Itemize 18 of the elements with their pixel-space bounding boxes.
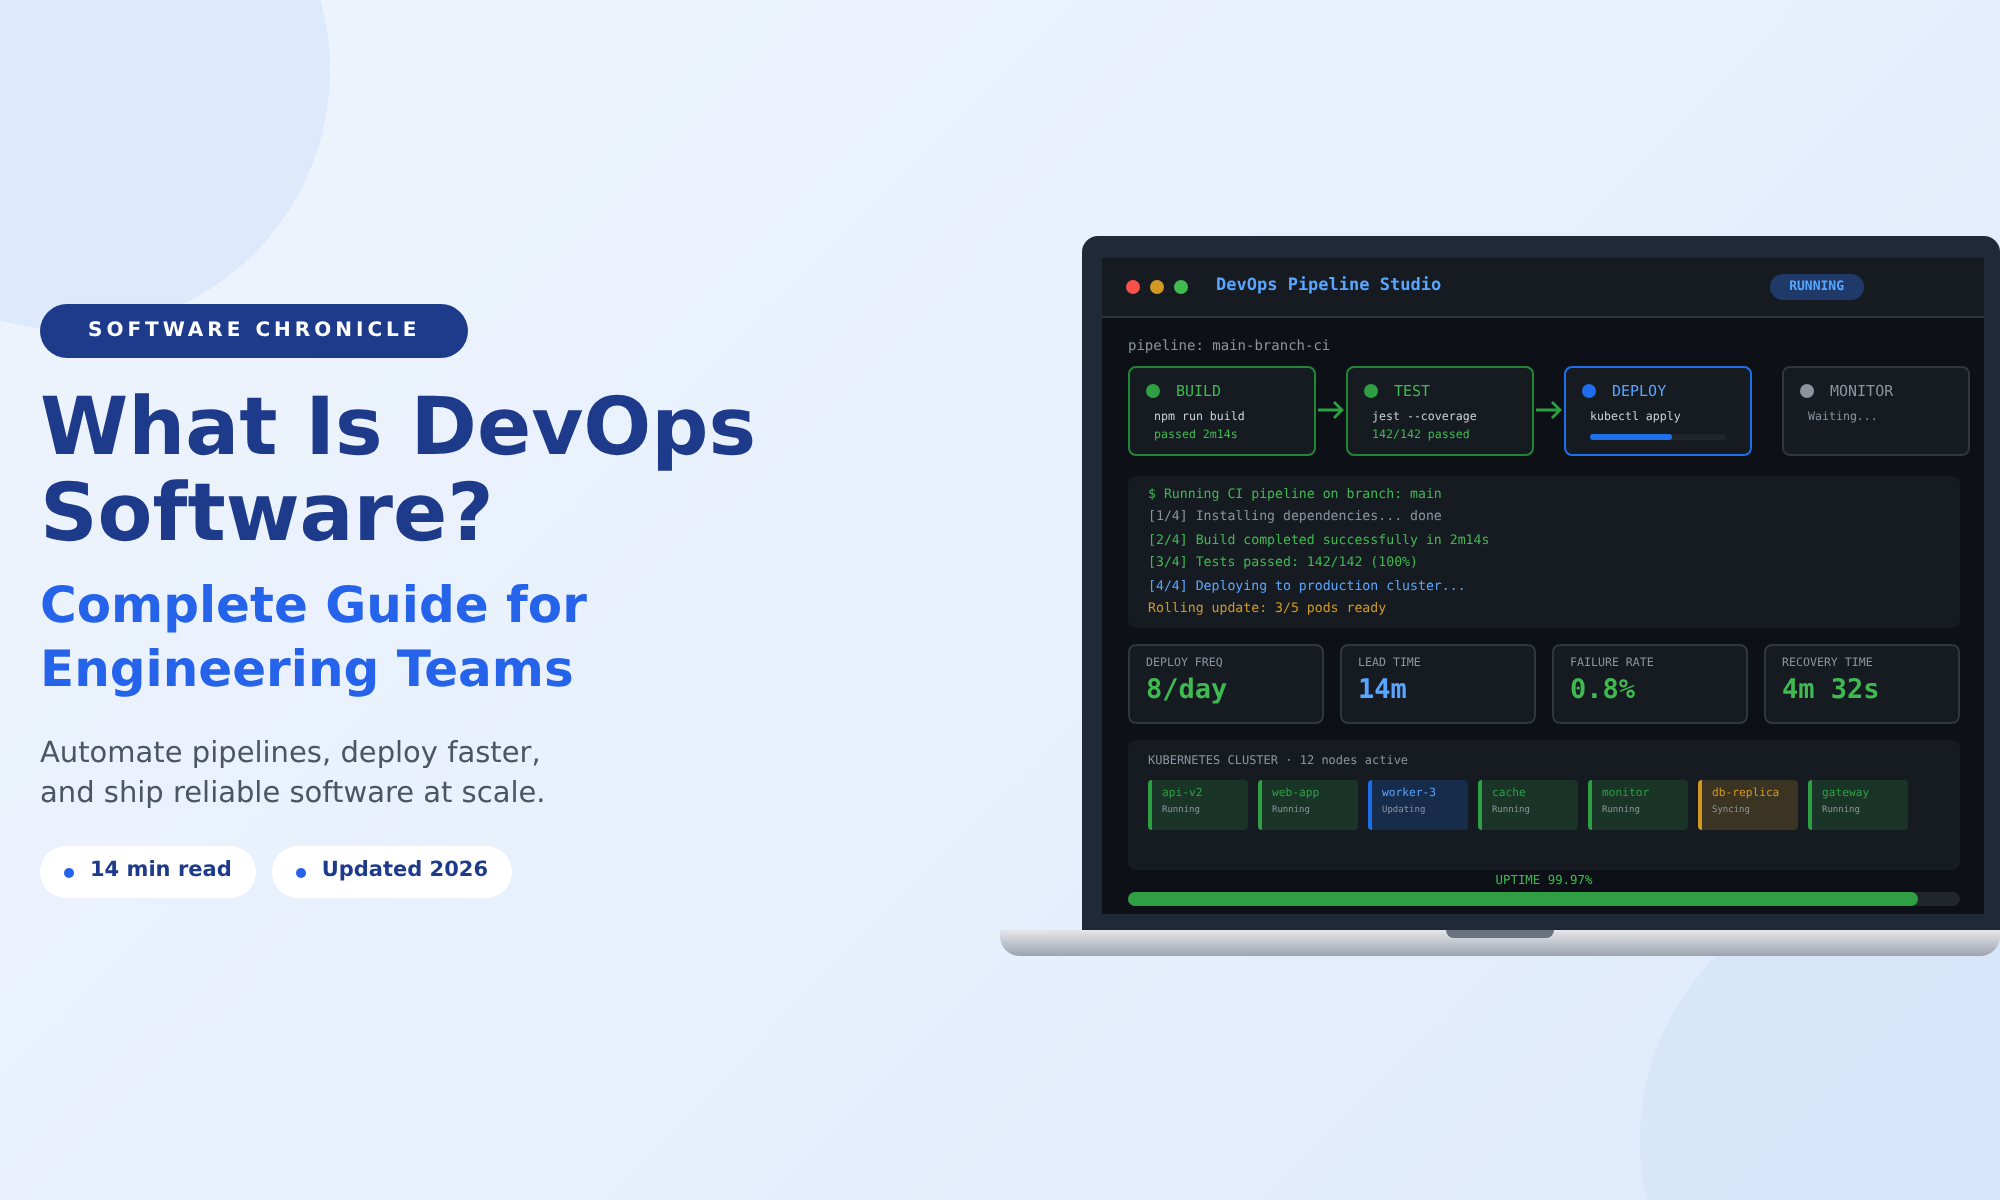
- status-dot: [1146, 383, 1160, 398]
- metric-value: 8/day: [1146, 672, 1230, 709]
- metric-value: 0.8%: [1570, 672, 1638, 709]
- status-dot: [1364, 383, 1378, 398]
- brand-badge: SOFTWARE CHRONICLE: [40, 304, 469, 359]
- app-title: DevOps Pipeline Studio: [1216, 274, 1442, 300]
- status-dot: [1582, 383, 1596, 398]
- meta-pill: Updated 2026: [271, 846, 513, 898]
- description-text: Automate pipelines, deploy faster,: [40, 736, 543, 775]
- arrow-icon: [1317, 400, 1345, 420]
- page-title: What Is DevOps Software?: [40, 386, 759, 559]
- description-text: and ship reliable software at scale.: [40, 776, 548, 815]
- page-subtitle: Complete Guide for Engineering Teams: [40, 574, 589, 703]
- status-dot: [1800, 383, 1814, 398]
- arrow-icon: [1535, 400, 1563, 420]
- metric-value: 14m: [1358, 672, 1409, 709]
- metric-value: 4m 32s: [1782, 672, 1882, 709]
- meta-pill: 14 min read: [40, 846, 256, 898]
